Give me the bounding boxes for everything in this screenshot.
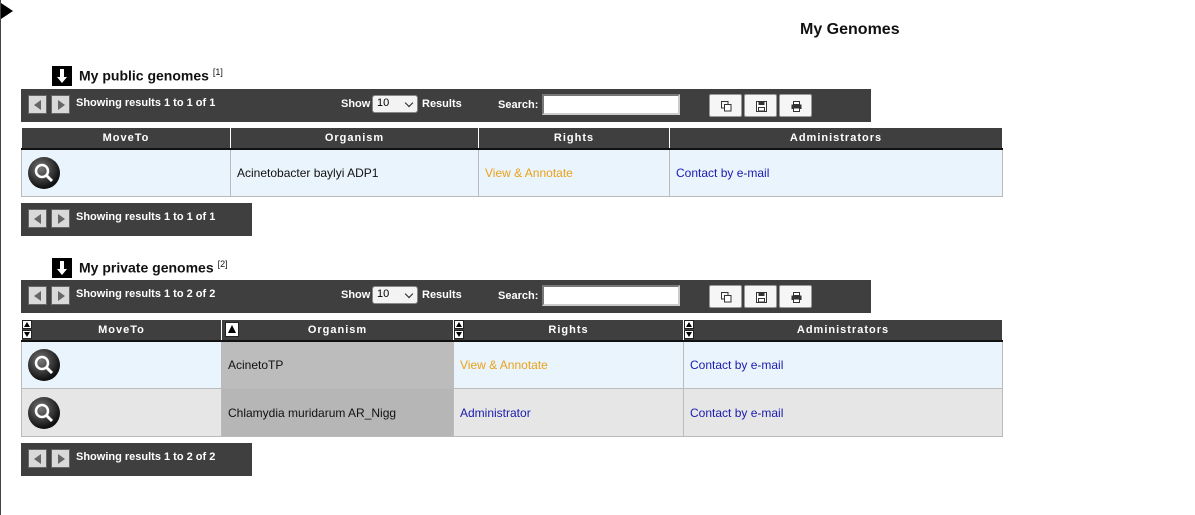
table-header-row: MoveTo Organism Rights Administrators xyxy=(21,127,1003,150)
sort-both-icon[interactable] xyxy=(22,320,33,341)
save-button[interactable] xyxy=(744,285,777,308)
left-border xyxy=(0,0,1,515)
column-header-administrators[interactable]: Administrators xyxy=(683,319,1003,342)
section-count-ref: [1] xyxy=(212,67,223,77)
previous-page-button[interactable] xyxy=(28,286,47,305)
previous-page-button[interactable] xyxy=(28,95,47,114)
panel-toggle-icon[interactable] xyxy=(1,3,13,19)
organism-cell: Chlamydia muridarum AR_Nigg xyxy=(221,388,454,437)
private-toolbar: Showing results 1 to 2 of 2 Show 10 Resu… xyxy=(21,280,871,313)
rights-link[interactable]: Administrator xyxy=(453,388,684,437)
copy-icon xyxy=(721,101,732,112)
column-header-organism[interactable]: Organism xyxy=(230,127,479,150)
collapse-down-arrow-icon[interactable] xyxy=(52,66,72,86)
next-page-button[interactable] xyxy=(51,95,70,114)
table-row: Chlamydia muridarum AR_Nigg Administrato… xyxy=(21,388,1003,437)
results-info: Showing results 1 to 1 of 1 xyxy=(76,211,216,223)
public-genomes-table: MoveTo Organism Rights Administrators Ac… xyxy=(21,127,1003,197)
page-title: My Genomes xyxy=(800,21,900,38)
print-button[interactable] xyxy=(779,285,812,308)
magnifier-icon[interactable] xyxy=(28,348,60,381)
moveto-cell xyxy=(21,148,231,197)
table-row: Acinetobacter baylyi ADP1 View & Annotat… xyxy=(21,148,1003,197)
contact-link[interactable]: Contact by e-mail xyxy=(683,340,1003,389)
organism-cell: Acinetobacter baylyi ADP1 xyxy=(230,148,479,197)
private-genomes-header: My private genomes [2] xyxy=(52,258,1003,280)
show-label: Show xyxy=(341,289,371,301)
collapse-down-arrow-icon[interactable] xyxy=(52,258,72,278)
next-page-button[interactable] xyxy=(51,286,70,305)
print-icon xyxy=(791,101,802,112)
private-footer-pager: Showing results 1 to 2 of 2 xyxy=(21,443,252,476)
print-button[interactable] xyxy=(779,94,812,117)
public-toolbar: Showing results 1 to 1 of 1 Show 10 Resu… xyxy=(21,89,871,122)
results-label: Results xyxy=(422,98,462,110)
column-header-rights[interactable]: Rights xyxy=(453,319,684,342)
column-header-administrators[interactable]: Administrators xyxy=(669,127,1003,150)
show-label: Show xyxy=(341,98,371,110)
organism-cell: AcinetoTP xyxy=(221,340,454,389)
search-label: Search: xyxy=(498,290,539,302)
section-title: My private genomes [2] xyxy=(79,259,228,276)
page-size-select[interactable]: 10 xyxy=(372,95,418,113)
public-genomes-header: My public genomes [1] xyxy=(52,66,1003,88)
copy-button[interactable] xyxy=(709,285,742,308)
public-genomes-section: My public genomes [1] Showing results 1 t… xyxy=(21,66,1003,236)
sort-ascending-icon[interactable] xyxy=(225,322,239,337)
moveto-cell xyxy=(21,340,222,389)
table-header-row: MoveTo Organism Rights Administrators xyxy=(21,319,1003,342)
save-icon xyxy=(756,292,767,303)
sort-both-icon[interactable] xyxy=(454,320,465,341)
copy-button[interactable] xyxy=(709,94,742,117)
results-info: Showing results 1 to 1 of 1 xyxy=(76,97,216,109)
search-label: Search: xyxy=(498,99,539,111)
previous-page-button[interactable] xyxy=(28,209,47,228)
rights-link[interactable]: View & Annotate xyxy=(478,148,670,197)
save-icon xyxy=(756,101,767,112)
save-button[interactable] xyxy=(744,94,777,117)
search-input[interactable] xyxy=(542,285,680,306)
moveto-cell xyxy=(21,388,222,437)
contact-link[interactable]: Contact by e-mail xyxy=(669,148,1003,197)
private-genomes-table: MoveTo Organism Rights Administrators Ac… xyxy=(21,319,1003,437)
results-label: Results xyxy=(422,289,462,301)
private-genomes-section: My private genomes [2] Showing results 1 … xyxy=(21,258,1003,476)
sort-both-icon[interactable] xyxy=(684,320,695,341)
rights-link[interactable]: View & Annotate xyxy=(453,340,684,389)
next-page-button[interactable] xyxy=(51,449,70,468)
magnifier-icon[interactable] xyxy=(28,396,60,429)
results-info: Showing results 1 to 2 of 2 xyxy=(76,451,216,463)
print-icon xyxy=(791,292,802,303)
section-title: My public genomes [1] xyxy=(79,67,223,84)
contact-link[interactable]: Contact by e-mail xyxy=(683,388,1003,437)
table-row: AcinetoTP View & Annotate Contact by e-m… xyxy=(21,340,1003,389)
results-info: Showing results 1 to 2 of 2 xyxy=(76,288,216,300)
column-header-rights[interactable]: Rights xyxy=(478,127,670,150)
copy-icon xyxy=(721,292,732,303)
magnifier-icon[interactable] xyxy=(28,156,60,189)
page-size-select[interactable]: 10 xyxy=(372,286,418,304)
previous-page-button[interactable] xyxy=(28,449,47,468)
column-header-organism[interactable]: Organism xyxy=(221,319,454,342)
section-count-ref: [2] xyxy=(217,259,228,269)
column-header-moveto[interactable]: MoveTo xyxy=(21,319,222,342)
column-header-moveto[interactable]: MoveTo xyxy=(21,127,231,150)
public-footer-pager: Showing results 1 to 1 of 1 xyxy=(21,203,252,236)
search-input[interactable] xyxy=(542,94,680,115)
next-page-button[interactable] xyxy=(51,209,70,228)
